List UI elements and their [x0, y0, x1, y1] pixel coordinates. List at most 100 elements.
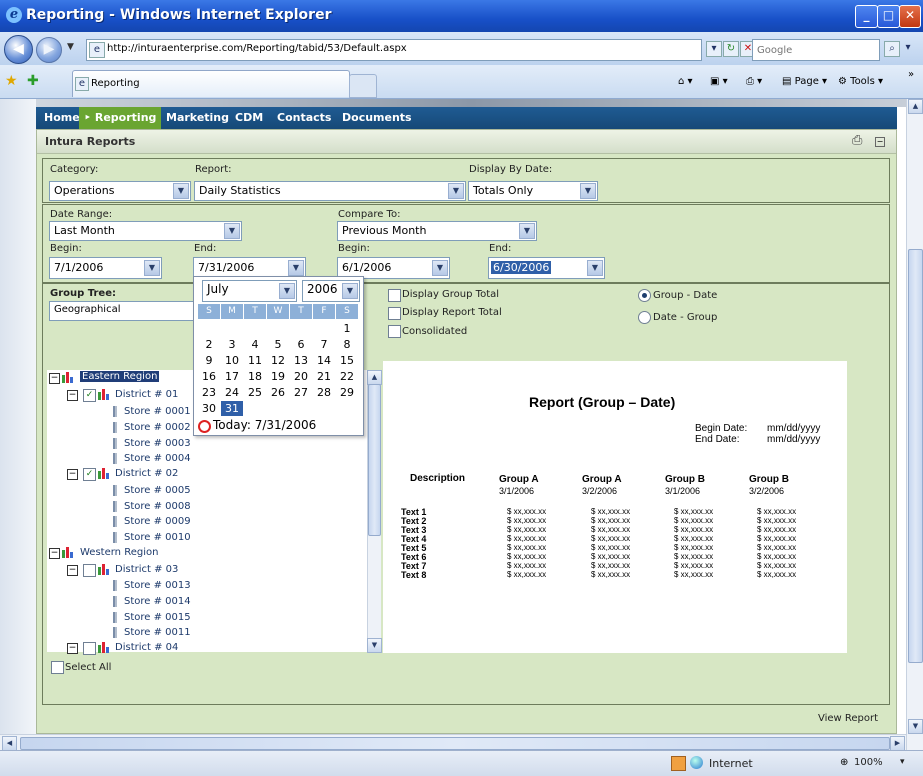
tree-store-0001[interactable]: Store # 0001 [124, 406, 191, 417]
district-04-checkbox[interactable] [83, 642, 96, 655]
new-tab-button[interactable] [349, 74, 377, 98]
tree-store-0003[interactable]: Store # 0003 [124, 438, 191, 449]
tree-eastern-region[interactable]: Eastern Region [80, 371, 160, 382]
tree-western-region[interactable]: Western Region [80, 547, 158, 558]
tree-store-0002[interactable]: Store # 0002 [124, 422, 191, 433]
display-report-total-checkbox[interactable] [388, 307, 401, 320]
calendar-day[interactable]: 5 [267, 337, 289, 352]
calendar-day[interactable]: 25 [244, 385, 266, 400]
calendar-day[interactable]: 24 [221, 385, 243, 400]
forward-button[interactable]: ▶ [36, 37, 62, 63]
tree-district-03[interactable]: District # 03 [115, 564, 178, 575]
nav-marketing[interactable]: Marketing [166, 111, 229, 124]
calendar-today-link[interactable]: Today: 7/31/2006 [213, 418, 316, 432]
group-tree-select[interactable]: Geographical [49, 301, 201, 321]
zoom-level[interactable]: 100% [854, 757, 883, 768]
district-03-checkbox[interactable] [83, 564, 96, 577]
page-menu[interactable]: ▤ Page ▾ [782, 76, 827, 87]
calendar-day[interactable]: 26 [267, 385, 289, 400]
nav-documents[interactable]: Documents [342, 111, 412, 124]
calendar-day[interactable]: 2 [198, 337, 220, 352]
collapse-icon[interactable]: − [67, 643, 78, 654]
collapse-icon[interactable]: − [49, 548, 60, 559]
calendar-day[interactable]: 1 [336, 321, 358, 336]
tree-store-0013[interactable]: Store # 0013 [124, 580, 191, 591]
year-select[interactable]: 2006 ▼ [302, 280, 360, 302]
collapse-icon[interactable]: − [67, 565, 78, 576]
address-input[interactable]: e http://inturaenterprise.com/Reporting/… [86, 39, 702, 61]
calendar-day[interactable]: 3 [221, 337, 243, 352]
calendar-day[interactable]: 17 [221, 369, 243, 384]
collapse-icon[interactable]: − [67, 390, 78, 401]
back-button[interactable]: ◀ [4, 35, 33, 64]
report-select[interactable]: Daily Statistics ▼ [194, 181, 466, 201]
tree-district-02[interactable]: District # 02 [115, 468, 178, 479]
home-icon[interactable]: ⌂ ▾ [678, 76, 693, 87]
calendar-day[interactable]: 13 [290, 353, 312, 368]
nav-contacts[interactable]: Contacts [277, 111, 331, 124]
calendar-day[interactable]: 18 [244, 369, 266, 384]
group-date-radio[interactable] [638, 289, 651, 302]
calendar-day[interactable]: 7 [313, 337, 335, 352]
page-vertical-scrollbar[interactable]: ▲ ▼ [906, 99, 923, 750]
nav-reporting[interactable]: ‣ Reporting [79, 107, 162, 129]
compare-end-select[interactable]: 6/30/2006 ▼ [488, 257, 605, 279]
calendar-day[interactable]: 11 [244, 353, 266, 368]
collapse-icon[interactable]: − [875, 137, 885, 147]
district-02-checkbox[interactable]: ✓ [83, 468, 96, 481]
calendar-day[interactable]: 15 [336, 353, 358, 368]
compare-to-select[interactable]: Previous Month ▼ [337, 221, 537, 241]
history-dropdown-icon[interactable]: ▼ [67, 42, 74, 52]
print-icon[interactable]: ⎙ [852, 133, 862, 148]
calendar-day[interactable]: 9 [198, 353, 220, 368]
month-select[interactable]: July ▼ [202, 280, 297, 302]
print-icon[interactable]: ⎙ ▾ [746, 76, 762, 87]
close-button[interactable]: ✕ [899, 5, 921, 28]
scroll-down-icon[interactable]: ▼ [367, 638, 382, 653]
horizontal-scroll-thumb[interactable] [20, 737, 890, 750]
favorites-star-icon[interactable]: ★ [5, 73, 18, 89]
tab-reporting[interactable]: e Reporting [72, 70, 350, 97]
tree-district-01[interactable]: District # 01 [115, 389, 178, 400]
zoom-dropdown-icon[interactable]: ▾ [900, 757, 905, 767]
consolidated-checkbox[interactable] [388, 325, 401, 338]
tree-store-0011[interactable]: Store # 0011 [124, 627, 191, 638]
page-horizontal-scrollbar[interactable]: ◀ ▶ [0, 734, 906, 751]
calendar-day[interactable]: 16 [198, 369, 220, 384]
search-input[interactable] [755, 41, 879, 59]
display-group-total-checkbox[interactable] [388, 289, 401, 302]
scroll-down-icon[interactable]: ▼ [908, 719, 923, 734]
scroll-left-icon[interactable]: ◀ [2, 736, 17, 751]
category-select[interactable]: Operations ▼ [49, 181, 191, 201]
select-all-checkbox[interactable] [51, 661, 64, 674]
collapse-icon[interactable]: − [67, 469, 78, 480]
calendar-day[interactable]: 27 [290, 385, 312, 400]
chevron-icon[interactable]: » [908, 69, 914, 80]
search-options-icon[interactable]: ▾ [901, 41, 915, 55]
collapse-icon[interactable]: − [49, 373, 60, 384]
tree-store-0015[interactable]: Store # 0015 [124, 612, 191, 623]
nav-cdm[interactable]: CDM [235, 111, 263, 124]
display-by-date-select[interactable]: Totals Only ▼ [468, 181, 598, 201]
tree-store-0004[interactable]: Store # 0004 [124, 453, 191, 464]
begin-date-select[interactable]: 7/1/2006 ▼ [49, 257, 162, 279]
calendar-day[interactable]: 10 [221, 353, 243, 368]
tree-store-0008[interactable]: Store # 0008 [124, 501, 191, 512]
calendar-day[interactable]: 19 [267, 369, 289, 384]
calendar-day[interactable]: 29 [336, 385, 358, 400]
calendar-day[interactable]: 21 [313, 369, 335, 384]
maximize-button[interactable]: □ [877, 5, 900, 28]
calendar-day[interactable]: 30 [198, 401, 220, 416]
calendar-day[interactable]: 6 [290, 337, 312, 352]
calendar-day[interactable]: 12 [267, 353, 289, 368]
refresh-icon[interactable]: ↻ [723, 41, 739, 57]
scroll-up-icon[interactable]: ▲ [367, 370, 382, 385]
scroll-right-icon[interactable]: ▶ [890, 736, 905, 751]
feeds-icon[interactable]: ▣ ▾ [710, 76, 728, 87]
date-group-radio[interactable] [638, 311, 651, 324]
tree-store-0010[interactable]: Store # 0010 [124, 532, 191, 543]
tree-store-0009[interactable]: Store # 0009 [124, 516, 191, 527]
tree-district-04[interactable]: District # 04 [115, 642, 178, 653]
page-scroll-thumb[interactable] [908, 249, 923, 663]
search-box[interactable] [752, 39, 880, 61]
